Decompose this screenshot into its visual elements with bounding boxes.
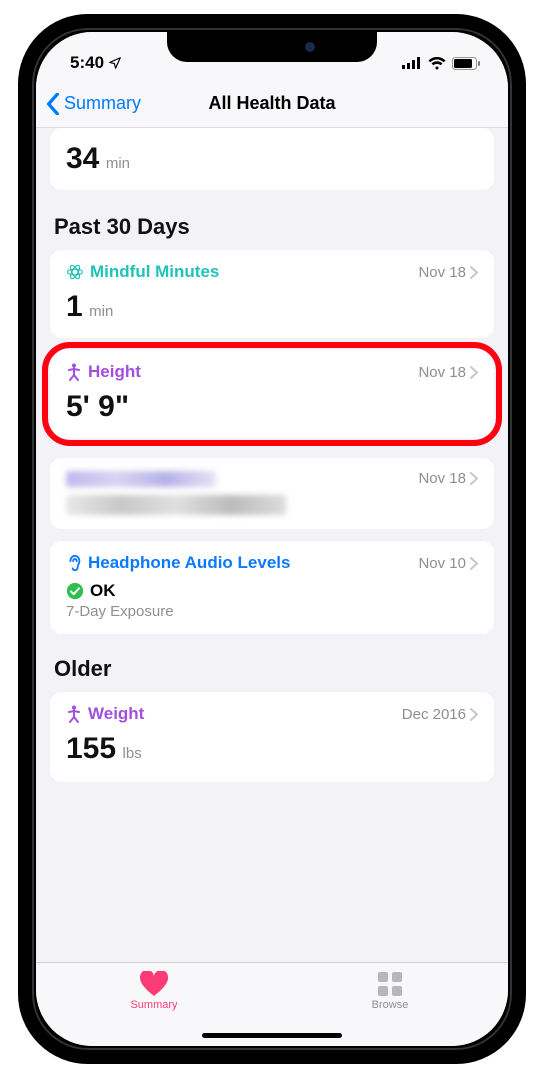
workouts-value: 34 [66,142,99,175]
screen: 5:40 Summary All Health Data Workouts [36,32,508,1046]
chevron-left-icon [46,93,60,115]
headphone-sub: 7-Day Exposure [66,603,478,620]
chevron-right-icon [470,266,478,279]
headphone-label: Headphone Audio Levels [88,553,290,573]
card-mindful-minutes[interactable]: Mindful Minutes Nov 18 1 min [50,250,494,338]
card-height[interactable]: Height Nov 18 5' 9" [50,350,494,438]
section-past-30-days: Past 30 Days [54,214,490,240]
heart-icon [139,971,169,997]
mindful-unit: min [89,303,113,320]
card-weight[interactable]: Weight Dec 2016 155 lbs [50,692,494,782]
headphone-status: OK [90,581,116,601]
home-indicator[interactable] [202,1033,342,1038]
checkmark-circle-icon [66,582,84,600]
mindful-icon [66,263,84,281]
mindful-value: 1 [66,290,83,323]
battery-icon [452,57,480,70]
height-value: 5' 9" [66,390,129,423]
back-label: Summary [64,93,141,114]
workouts-label: Workouts [66,128,144,131]
tab-bar: Summary Browse [36,962,508,1046]
card-headphone-audio-levels[interactable]: Headphone Audio Levels Nov 10 OK 7-Day E… [50,541,494,634]
tab-browse-label: Browse [372,999,409,1011]
workouts-date: Dec 3 [427,128,466,130]
weight-date: Dec 2016 [402,706,466,723]
tab-summary-label: Summary [130,999,177,1011]
chevron-right-icon [470,472,478,485]
chevron-right-icon [470,557,478,570]
wifi-icon [428,57,446,70]
redacted-value [66,495,286,515]
height-date: Nov 18 [418,364,466,381]
headphone-date: Nov 10 [418,555,466,572]
chevron-right-icon [470,366,478,379]
card-workouts[interactable]: Workouts Dec 3 34 min [50,128,494,190]
body-icon [66,363,82,381]
mindful-date: Nov 18 [418,264,466,281]
location-icon [108,56,122,70]
section-older: Older [54,656,490,682]
body-icon [66,705,82,723]
cellular-icon [402,57,422,69]
weight-value: 155 [66,732,116,765]
weight-unit: lbs [123,745,142,762]
grid-icon [377,971,403,997]
workouts-unit: min [106,155,130,172]
nav-bar: Summary All Health Data [36,80,508,128]
ear-icon [66,554,82,572]
phone-frame: 5:40 Summary All Health Data Workouts [18,14,526,1064]
status-time-text: 5:40 [70,53,104,73]
mindful-label: Mindful Minutes [90,262,219,282]
notch [167,32,377,62]
card-redacted[interactable]: Nov 18 [50,458,494,529]
chevron-right-icon [470,708,478,721]
weight-label: Weight [88,704,144,724]
height-label: Height [88,362,141,382]
redacted-date: Nov 18 [418,470,466,487]
redacted-title [66,471,216,487]
page-title: All Health Data [208,93,335,114]
back-button[interactable]: Summary [46,93,141,115]
status-time: 5:40 [70,53,122,73]
content[interactable]: Workouts Dec 3 34 min Past 30 Days [36,128,508,962]
